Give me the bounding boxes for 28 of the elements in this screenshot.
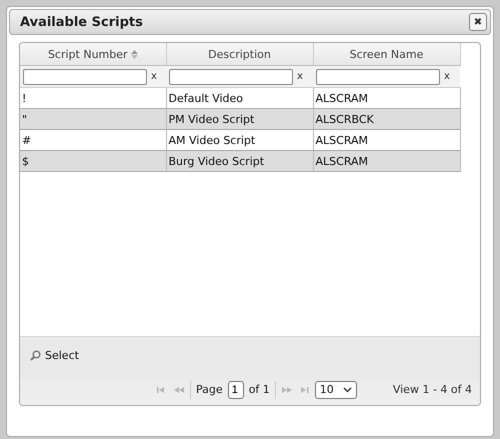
page-field[interactable]: 1 — [228, 380, 244, 398]
dialog-title: Available Scripts — [20, 14, 143, 30]
table-cell: ALSCRAM — [313, 150, 460, 172]
table-cell: " — [20, 108, 166, 130]
table-cell: ALSCRBCK — [313, 108, 460, 130]
record-count: View 1 - 4 of 4 — [392, 383, 472, 396]
column-header[interactable]: Description — [166, 43, 313, 66]
filter-field[interactable] — [316, 68, 440, 84]
search-icon — [30, 350, 41, 361]
previous-page-icon[interactable] — [173, 384, 186, 394]
clear-filter-button[interactable]: x — [297, 71, 303, 82]
column-header[interactable]: Screen Name — [313, 43, 460, 66]
sort-icon — [130, 50, 138, 59]
filter-field[interactable] — [23, 68, 147, 84]
select-button[interactable]: Select — [30, 349, 79, 362]
close-button[interactable]: ✖ — [469, 13, 487, 31]
page-count: of 1 — [248, 383, 270, 396]
chevron-down-icon — [342, 386, 352, 392]
clear-filter-button[interactable]: x — [444, 71, 450, 82]
column-header[interactable]: Script Number — [20, 43, 166, 66]
next-page-icon[interactable] — [280, 384, 293, 394]
table-cell: $ — [20, 150, 166, 172]
page-label: Page — [196, 383, 223, 396]
table-cell: PM Video Script — [166, 108, 313, 130]
filter-field[interactable] — [169, 68, 293, 84]
clear-filter-button[interactable]: x — [151, 71, 157, 82]
table-cell: Burg Video Script — [166, 150, 313, 172]
page-size-select[interactable]: 10 — [314, 380, 357, 398]
